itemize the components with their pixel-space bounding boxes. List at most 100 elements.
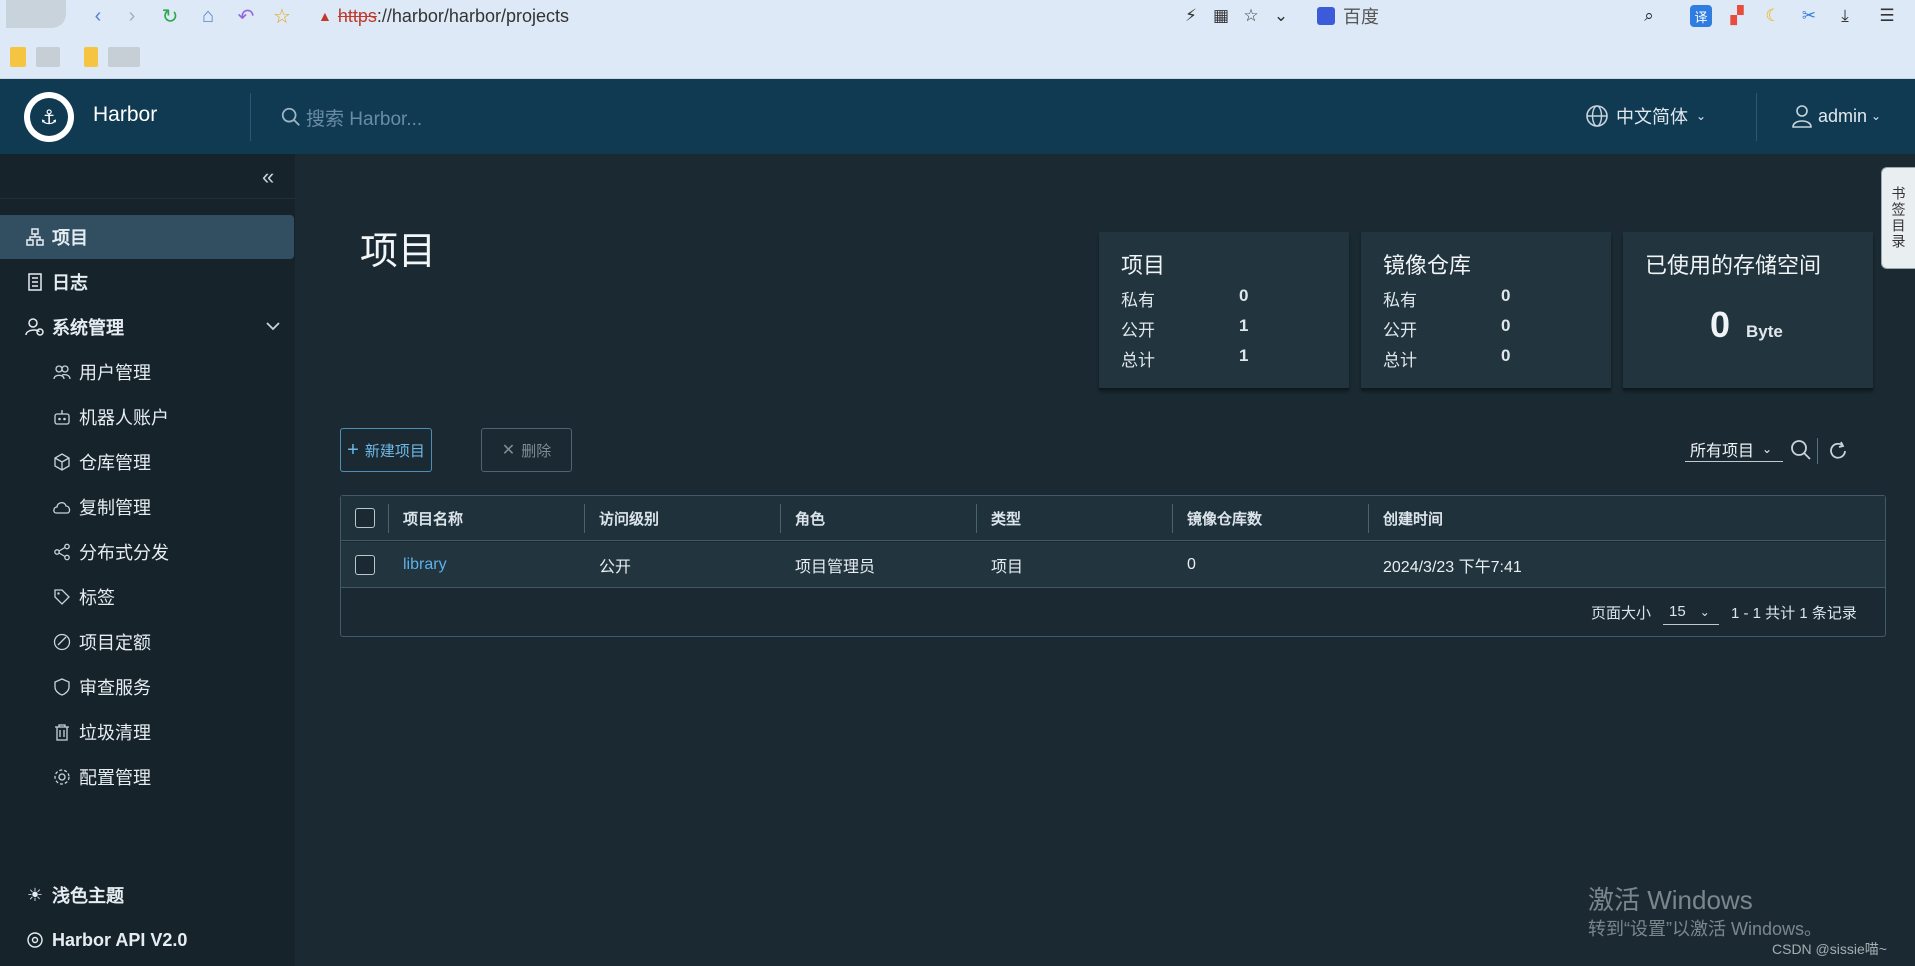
chevron-down-icon[interactable]: ⌄: [1270, 5, 1292, 27]
sidebar-item-labels[interactable]: 标签: [0, 575, 295, 619]
translate-icon[interactable]: 译: [1690, 5, 1712, 27]
project-name-link[interactable]: library: [403, 542, 447, 587]
api-icon: [24, 929, 46, 951]
sidebar-item-config[interactable]: 配置管理: [0, 755, 295, 799]
header-divider: [1756, 93, 1757, 141]
sidebar-item-label: 垃圾清理: [79, 723, 151, 743]
forward-icon[interactable]: ›: [120, 4, 144, 28]
bookmark-folder-icon[interactable]: [10, 47, 26, 67]
column-header[interactable]: 访问级别: [599, 496, 659, 540]
apps-icon[interactable]: ▞: [1726, 5, 1748, 27]
sidebar-item-projects[interactable]: 项目: [0, 215, 294, 259]
moon-icon[interactable]: ☾: [1762, 5, 1784, 27]
sidebar-item-label: Harbor API V2.0: [52, 929, 188, 950]
star-icon[interactable]: ☆: [270, 4, 294, 28]
scissors-icon[interactable]: ✂: [1798, 5, 1820, 27]
card-row: 私有 0: [1383, 286, 1583, 311]
browser-search[interactable]: 百度: [1313, 2, 1673, 30]
column-header[interactable]: 镜像仓库数: [1187, 496, 1262, 540]
column-header[interactable]: 角色: [795, 496, 825, 540]
row-value: 1: [1239, 316, 1249, 335]
row-checkbox[interactable]: [355, 555, 375, 575]
gear-icon: [51, 766, 73, 788]
bookmark-star-icon[interactable]: ☆: [1240, 5, 1262, 27]
refresh-icon[interactable]: [1827, 440, 1849, 462]
card-title: 已使用的存储空间: [1645, 253, 1822, 278]
table-header: 项目名称 访问级别 角色 类型 镜像仓库数 创建时间: [341, 496, 1885, 541]
page-size-select[interactable]: 15 ⌄: [1663, 599, 1719, 625]
storage-value: 0: [1710, 304, 1731, 345]
select-all-checkbox[interactable]: [355, 508, 375, 528]
table-row[interactable]: library 公开 项目管理员 项目 0 2024/3/23 下午7:41: [341, 542, 1885, 588]
sidebar-item-scanners[interactable]: 审查服务: [0, 665, 295, 709]
user-menu[interactable]: admin ⌄: [1790, 103, 1881, 129]
column-separator[interactable]: [780, 504, 781, 533]
sidebar-item-label: 审查服务: [79, 678, 151, 698]
sidebar-item-label: 仓库管理: [79, 453, 151, 473]
column-header[interactable]: 项目名称: [403, 496, 463, 540]
global-search[interactable]: 搜索 Harbor...: [280, 103, 422, 131]
reload-icon[interactable]: ↻: [158, 4, 182, 28]
sidebar-item-replications[interactable]: 复制管理: [0, 485, 295, 529]
row-value: 0: [1501, 316, 1511, 335]
search-icon[interactable]: [1789, 438, 1813, 462]
undo-icon[interactable]: ↶: [234, 4, 258, 28]
address-bar[interactable]: ▲ https://harbor/harbor/projects: [312, 2, 1297, 30]
lightning-icon[interactable]: ⚡: [1180, 5, 1202, 27]
collapse-sidebar-icon[interactable]: «: [262, 164, 274, 190]
back-icon[interactable]: ‹: [86, 4, 110, 28]
project-filter-select[interactable]: 所有项目 ⌄: [1685, 436, 1783, 462]
button-label: 新建项目: [364, 442, 425, 460]
bookmark-directory-tab[interactable]: 书签目录: [1881, 167, 1915, 269]
grid-icon[interactable]: ▦: [1210, 5, 1232, 27]
plus-icon: +: [347, 438, 359, 461]
csdn-watermark: CSDN @sissie喵~: [1772, 941, 1887, 957]
column-separator[interactable]: [1368, 504, 1369, 533]
sidebar-item-robots[interactable]: 机器人账户: [0, 395, 295, 439]
avatar[interactable]: [6, 0, 66, 28]
sidebar-item-admin[interactable]: 系统管理: [0, 305, 295, 349]
windows-watermark-title: 激活 Windows: [1588, 885, 1753, 915]
theme-toggle[interactable]: ☀ 浅色主题: [0, 873, 295, 917]
bookmark-item[interactable]: [36, 47, 60, 67]
home-icon[interactable]: ⌂: [196, 4, 220, 28]
language-selector[interactable]: 中文简体 ⌄: [1584, 103, 1706, 129]
bookmark-item[interactable]: [108, 47, 140, 67]
column-separator[interactable]: [976, 504, 977, 533]
download-icon[interactable]: ⤓: [1834, 5, 1856, 27]
sidebar-item-registries[interactable]: 仓库管理: [0, 440, 295, 484]
card-row: 私有 0: [1121, 286, 1321, 311]
chevron-down-icon[interactable]: [264, 317, 282, 335]
bookmark-folder-icon[interactable]: [84, 47, 98, 67]
sidebar-item-users[interactable]: 用户管理: [0, 350, 295, 394]
menu-icon[interactable]: ☰: [1876, 5, 1898, 27]
app-title[interactable]: Harbor: [93, 103, 157, 127]
search-icon: [281, 107, 300, 126]
sidebar-item-label: 复制管理: [79, 498, 151, 518]
column-separator[interactable]: [584, 504, 585, 533]
card-row: 公开 1: [1121, 316, 1321, 341]
sun-icon: ☀: [26, 884, 44, 905]
column-header[interactable]: 类型: [991, 496, 1021, 540]
harbor-logo[interactable]: ⚓: [24, 92, 74, 142]
sidebar-item-distribution[interactable]: 分布式分发: [0, 530, 295, 574]
url-protocol: https: [337, 5, 377, 26]
registry-icon: [51, 451, 73, 473]
distribution-icon: [51, 541, 73, 563]
column-separator[interactable]: [1172, 504, 1173, 533]
search-placeholder[interactable]: 搜索 Harbor...: [306, 104, 422, 131]
column-header[interactable]: 创建时间: [1383, 496, 1443, 540]
new-project-button[interactable]: + 新建项目: [340, 428, 432, 472]
users-icon: [51, 361, 73, 383]
repos-summary-card: 镜像仓库 私有 0 公开 0 总计 0: [1361, 232, 1611, 390]
sidebar-item-label: 配置管理: [79, 768, 151, 788]
sidebar-item-logs[interactable]: 日志: [0, 260, 295, 304]
header-divider: [250, 93, 251, 141]
delete-button[interactable]: ✕ 删除: [481, 428, 572, 472]
sidebar-item-quotas[interactable]: 项目定额: [0, 620, 295, 664]
search-icon[interactable]: ⌕: [1638, 5, 1660, 27]
sidebar-item-label: 机器人账户: [79, 408, 169, 428]
sidebar-item-gc[interactable]: 垃圾清理: [0, 710, 295, 754]
shield-icon: [51, 676, 73, 698]
api-link[interactable]: Harbor API V2.0: [0, 918, 295, 962]
